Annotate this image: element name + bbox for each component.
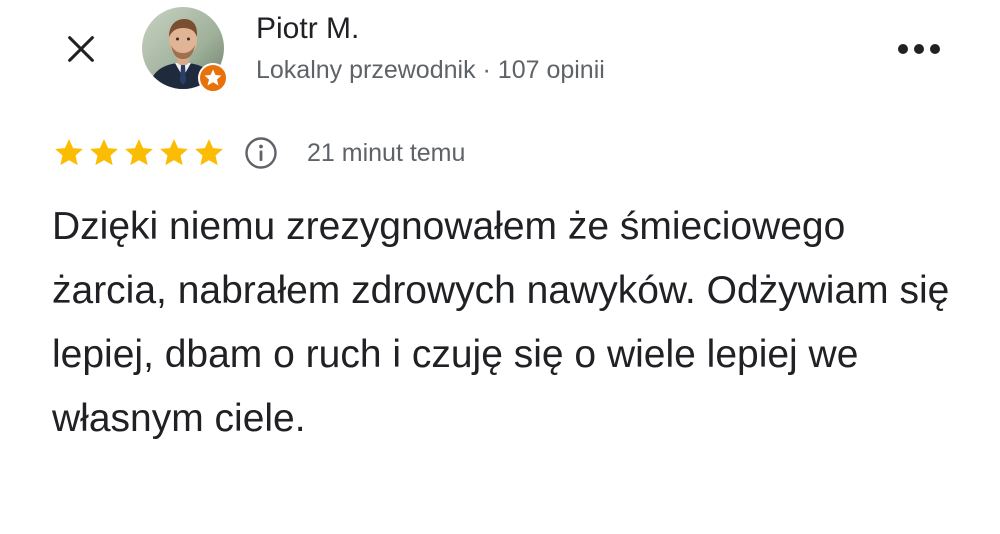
local-guide-badge-icon [198, 63, 228, 93]
reviewer-avatar-group[interactable] [142, 7, 228, 93]
review-text: Dzięki niemu zrezygnowałem że śmiecioweg… [52, 205, 950, 440]
reviewer-meta: Lokalny przewodnik · 107 opinii [256, 56, 605, 84]
more-horizontal-icon [898, 44, 940, 54]
star-icon [90, 139, 118, 166]
star-icon [160, 139, 188, 166]
rating-row: 21 minut temu [52, 133, 465, 173]
more-options-button[interactable] [892, 32, 946, 66]
close-icon [68, 36, 94, 62]
reviewer-name[interactable]: Piotr M. [256, 10, 359, 48]
review-time: 21 minut temu [307, 138, 466, 167]
close-button[interactable] [58, 26, 104, 72]
info-icon [245, 137, 277, 169]
info-button[interactable] [243, 135, 279, 171]
star-rating [52, 136, 227, 170]
star-icon [195, 139, 223, 166]
star-icon [125, 139, 153, 166]
star-icon [55, 139, 83, 166]
